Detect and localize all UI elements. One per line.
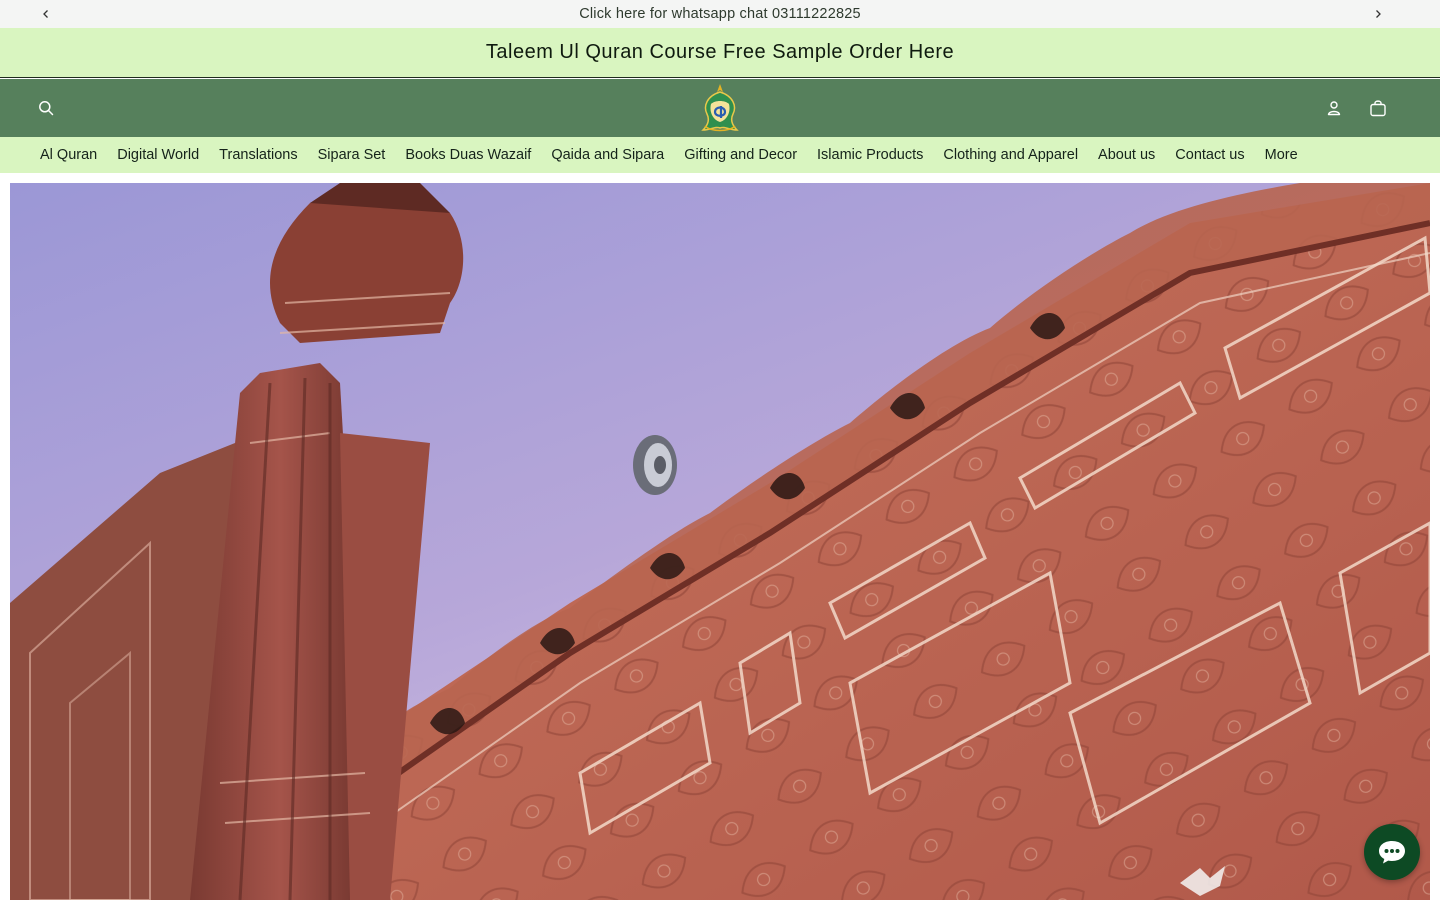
hero-banner-image [10,183,1430,900]
nav-item-gifting-and-decor[interactable]: Gifting and Decor [674,147,807,163]
cart-icon[interactable] [1364,94,1392,122]
chat-bubble-icon[interactable] [1364,824,1420,880]
chevron-left-icon[interactable] [36,4,56,24]
site-header [0,79,1440,137]
nav-item-contact-us[interactable]: Contact us [1165,147,1254,163]
nav-item-books-duas-wazaif[interactable]: Books Duas Wazaif [395,147,541,163]
nav-item-al-quran[interactable]: Al Quran [30,147,107,163]
nav-item-sipara-set[interactable]: Sipara Set [308,147,396,163]
main-navigation: Al Quran Digital World Translations Sipa… [0,137,1440,173]
whatsapp-chat-link[interactable]: Click here for whatsapp chat 03111222825 [579,6,861,22]
nav-item-translations[interactable]: Translations [209,147,307,163]
nav-item-digital-world[interactable]: Digital World [107,147,209,163]
announcement-bar: Click here for whatsapp chat 03111222825 [0,0,1440,28]
nav-item-more[interactable]: More [1255,147,1308,163]
promo-link[interactable]: Taleem Ul Quran Course Free Sample Order… [486,41,954,64]
nav-item-about-us[interactable]: About us [1088,147,1165,163]
promo-bar: Taleem Ul Quran Course Free Sample Order… [0,28,1440,78]
nav-item-clothing-and-apparel[interactable]: Clothing and Apparel [933,147,1088,163]
nav-item-qaida-and-sipara[interactable]: Qaida and Sipara [541,147,674,163]
store-logo-icon[interactable] [697,82,743,134]
account-icon[interactable] [1320,94,1348,122]
search-icon[interactable] [32,94,60,122]
chevron-right-icon[interactable] [1368,4,1388,24]
nav-item-islamic-products[interactable]: Islamic Products [807,147,933,163]
